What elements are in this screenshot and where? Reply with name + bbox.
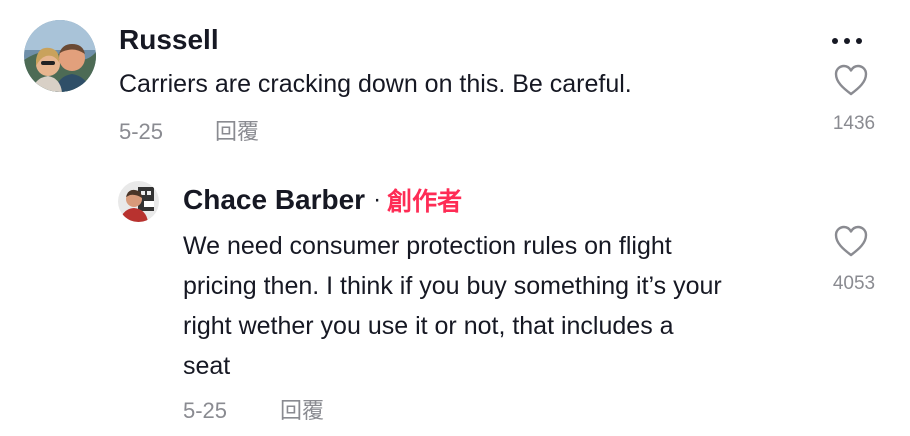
heart-outline-icon <box>834 64 868 96</box>
comment-text: Carriers are cracking down on this. Be c… <box>119 70 632 98</box>
comment-username[interactable]: Russell <box>119 22 219 58</box>
reply-text-line: right wether you use it or not, that inc… <box>183 312 674 340</box>
avatar-russell[interactable] <box>24 20 96 92</box>
more-dot <box>856 38 862 44</box>
reply-text-line: pricing then. I think if you buy somethi… <box>183 272 722 300</box>
reply-text-line: seat <box>183 352 231 380</box>
reply-text: We need consumer protection rules on fli… <box>183 226 722 386</box>
reply-like-count: 4053 <box>832 273 876 294</box>
reply-text-line: We need consumer protection rules on fli… <box>183 232 672 260</box>
heart-outline-icon <box>834 225 868 257</box>
like-button-comment[interactable] <box>833 63 869 97</box>
reply-header: Chace Barber · 創作者 <box>183 182 462 218</box>
comment-date: 5-25 <box>119 119 164 144</box>
more-dots-icon <box>832 38 838 44</box>
comment-like-count: 1436 <box>832 113 876 134</box>
creator-badge: 創作者 <box>387 188 463 216</box>
more-options-button[interactable] <box>832 38 872 48</box>
avatar-chace-barber[interactable] <box>118 181 159 222</box>
like-button-reply[interactable] <box>833 224 869 258</box>
reply-reply-button[interactable]: 回覆 <box>280 397 324 425</box>
reply-date: 5-25 <box>183 398 228 423</box>
more-dot <box>844 38 850 44</box>
reply-username[interactable]: Chace Barber <box>183 182 365 218</box>
separator-dot: · <box>373 186 382 213</box>
comment-reply-button[interactable]: 回覆 <box>215 118 259 146</box>
